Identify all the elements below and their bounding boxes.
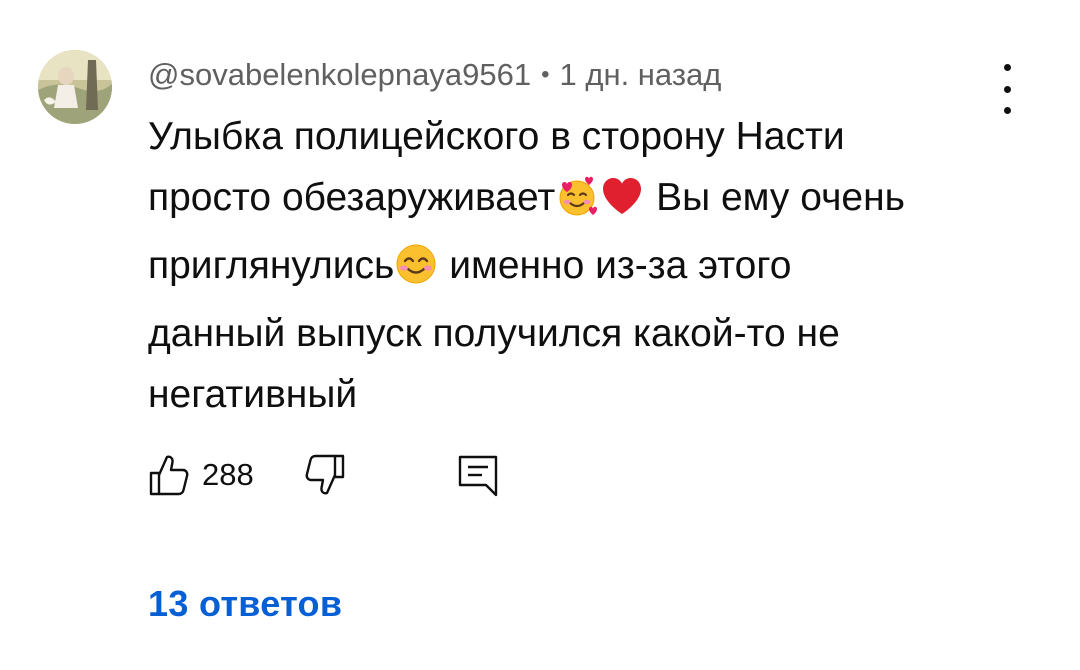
comment-line: приглянулись именно из-за этого [148,235,1028,303]
comment-meta: @sovabelenkolepnaya9561 • 1 дн. назад [148,52,721,98]
red-heart-icon [600,174,644,235]
avatar-image [38,50,112,124]
reply-comment-icon [458,455,497,497]
view-replies-link[interactable]: 13 ответов [148,583,342,625]
dislike-button[interactable] [304,453,346,497]
reply-button[interactable] [456,453,500,497]
thumb-up-icon [149,455,189,496]
comment-fragment: просто обезаруживает [148,176,556,219]
comment-line: негативный [148,373,358,416]
author-name[interactable]: @sovabelenkolepnaya9561 [148,57,531,93]
avatar[interactable] [38,50,112,124]
comment-fragment: Вы ему очень [656,176,905,219]
comment-thread: @sovabelenkolepnaya9561 • 1 дн. назад Ул… [0,0,1080,670]
comment-line: Улыбка полицейского в сторону Насти [148,115,845,158]
smiling-face-with-hearts-icon [556,174,598,235]
like-button[interactable]: 288 [148,453,254,497]
meta-separator: • [541,61,550,88]
comment-fragment: именно из-за этого [449,244,792,287]
comment-text: Улыбка полицейского в сторону Насти прос… [148,106,1028,425]
more-options-icon [1003,64,1011,71]
smiling-face-with-smiling-eyes-icon [395,242,437,303]
comment-actions: 288 [148,450,500,500]
thumb-down-icon [305,454,344,495]
comment-line: просто обезаруживает Вы ему очень [148,167,1028,235]
comment-timestamp: 1 дн. назад [559,57,722,92]
like-count: 288 [202,457,254,492]
comment-line: данный выпуск получился какой-то не [148,312,840,355]
comment-fragment: приглянулись [148,244,395,287]
